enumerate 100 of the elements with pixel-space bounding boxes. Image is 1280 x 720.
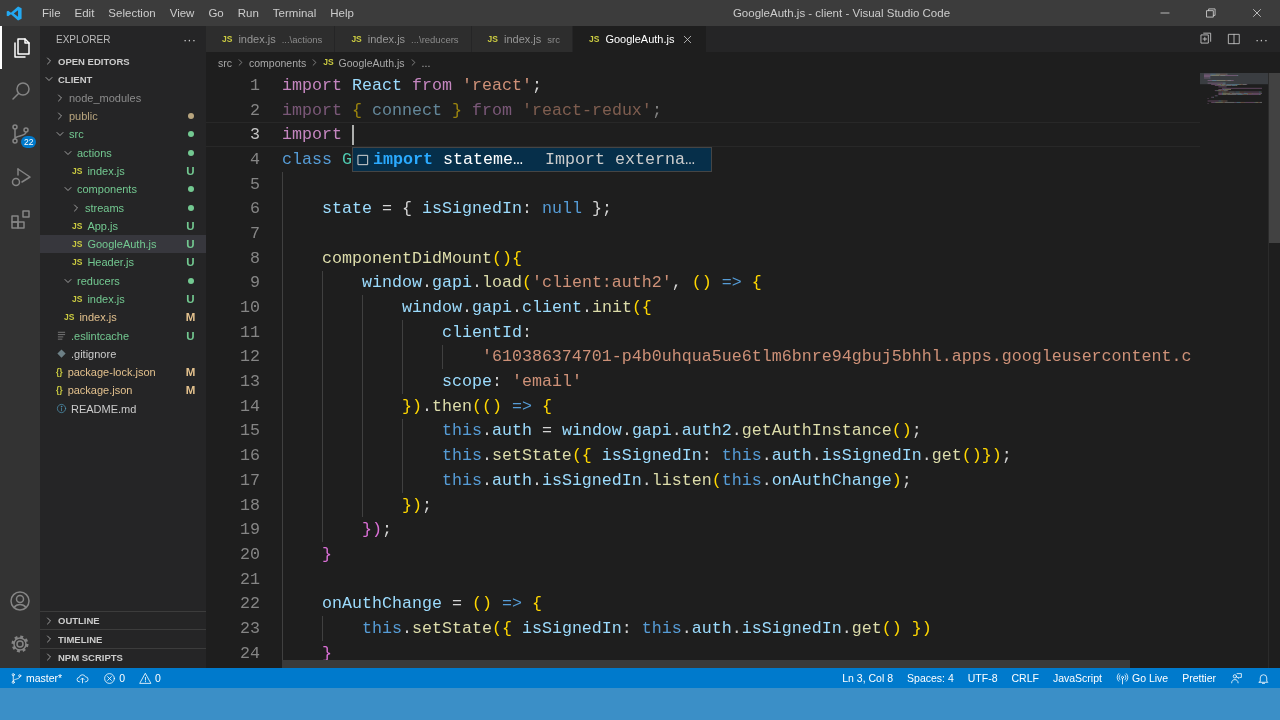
code-token: 'client:auth2' (531, 273, 672, 293)
code-token: } (321, 544, 332, 564)
breadcrumb-item[interactable]: components (249, 56, 307, 69)
source-control-button[interactable]: 22 (0, 112, 40, 155)
scrollbar-thumb[interactable] (1269, 73, 1280, 243)
editor-tab[interactable]: JS index.js ...\reducers (335, 26, 472, 52)
tree-item[interactable]: JS App.js U (40, 216, 206, 235)
file-name: package-lock.json (67, 366, 157, 379)
cloud-upload-icon[interactable] (76, 671, 90, 685)
code-token: ()}) (961, 446, 1002, 466)
code-token: componentDidMount (321, 248, 492, 268)
code-token: . (531, 470, 542, 490)
breadcrumb-item[interactable]: src (218, 56, 232, 69)
code-token: get (851, 618, 882, 638)
tree-item[interactable]: {} package-lock.json M (40, 363, 206, 382)
code-token: this (721, 446, 762, 466)
js-file-icon: JS (72, 294, 83, 304)
close-icon[interactable] (1250, 6, 1264, 20)
tree-item[interactable]: JS index.js U (40, 161, 206, 181)
more-button[interactable]: ··· (183, 31, 196, 47)
section-header[interactable]: NPM SCRIPTS (40, 647, 206, 666)
status-item[interactable]: JavaScript (1052, 672, 1102, 684)
app-logo-icon (6, 4, 23, 22)
js-file-icon: JS (323, 58, 334, 67)
tree-item[interactable]: components (40, 180, 206, 199)
section-label: OUTLINE (58, 615, 100, 627)
breadcrumb-item[interactable]: ... (421, 56, 431, 69)
menu-item[interactable]: Help (323, 3, 361, 23)
tree-item[interactable]: README.md (40, 399, 206, 418)
code-token: { (531, 594, 542, 614)
line-number: 18 (239, 495, 260, 515)
lines-icon (56, 330, 67, 342)
menu-item[interactable]: Terminal (265, 3, 324, 23)
tree-item[interactable]: {} package.json M (40, 381, 206, 400)
code-token: window (361, 273, 422, 293)
code-token: auth2 (681, 421, 732, 441)
status-item[interactable]: master* (10, 671, 63, 685)
tree-item[interactable]: JS Header.js U (40, 253, 206, 272)
tree-item[interactable]: JS index.js U (40, 289, 206, 309)
status-item[interactable]: Prettier (1182, 672, 1216, 684)
js-file-icon: JS (351, 34, 362, 44)
menu-item[interactable]: Edit (67, 3, 102, 23)
code-token: . (731, 421, 742, 441)
tree-item[interactable]: src (40, 125, 206, 144)
editor-tab[interactable]: JS index.js src (471, 26, 573, 52)
code-token: : (521, 199, 533, 219)
tree-item[interactable]: node_modules (40, 88, 206, 107)
more-button[interactable]: ··· (1255, 31, 1268, 47)
section-label: NPM SCRIPTS (58, 651, 123, 663)
menu-item[interactable]: View (162, 3, 202, 23)
file-name: GoogleAuth.js (87, 238, 158, 251)
tree-item[interactable]: public (40, 106, 206, 126)
tree-item[interactable]: streams (40, 198, 206, 217)
file-name: Header.js (87, 256, 135, 269)
code-token: . (621, 421, 632, 441)
compare-changes-icon[interactable] (1199, 32, 1213, 46)
menu-item[interactable]: Go (201, 3, 231, 23)
code-token: . (481, 446, 492, 466)
section-header[interactable]: TIMELINE (40, 629, 206, 648)
status-item[interactable]: 0 (139, 671, 161, 685)
status-item[interactable]: Go Live (1115, 671, 1169, 685)
tree-item[interactable]: JS GoogleAuth.js U (40, 234, 206, 254)
account-icon[interactable] (8, 589, 32, 613)
tree-item[interactable]: actions (40, 143, 206, 162)
suggestion-widget[interactable]: import stateme… Import externa… (352, 147, 712, 172)
status-item[interactable]: UTF-8 (967, 672, 998, 684)
editor-tab[interactable]: JS GoogleAuth.js (573, 26, 707, 52)
tab-description: src (547, 33, 560, 45)
code-token: => (720, 273, 743, 293)
menu-item[interactable]: Run (230, 3, 266, 23)
restore-icon[interactable] (1204, 6, 1218, 20)
tree-item[interactable]: reducers (40, 271, 206, 290)
status-item[interactable]: CRLF (1011, 672, 1039, 684)
menu-item[interactable]: Selection (101, 3, 163, 23)
editor-tab[interactable]: JS index.js ...\actions (206, 26, 336, 52)
feedback-icon[interactable] (1230, 671, 1243, 685)
tree-item[interactable]: .eslintcache U (40, 326, 206, 345)
split-editor-icon[interactable] (1227, 32, 1241, 46)
status-item[interactable]: 0 (103, 671, 126, 685)
status-item[interactable]: Ln 3, Col 8 (842, 672, 894, 684)
code-token: isSignedIn (541, 470, 642, 490)
branch-icon (10, 671, 23, 685)
line-number: 20 (239, 544, 260, 564)
tree-item[interactable]: .gitignore (40, 344, 206, 364)
code-token: () (891, 421, 912, 441)
status-item[interactable]: Spaces: 4 (907, 672, 954, 684)
line-number: 12 (239, 347, 260, 367)
file-name: node_modules (69, 91, 143, 104)
section-header[interactable]: CLIENT (40, 70, 206, 89)
menu-item[interactable]: File (35, 3, 68, 23)
line-number: 23 (239, 618, 260, 638)
code-token: auth (491, 470, 532, 490)
line-number: 17 (239, 470, 260, 490)
breadcrumb-item[interactable]: GoogleAuth.js (338, 56, 405, 69)
section-header[interactable]: OPEN EDITORS (40, 52, 206, 71)
scrollbar-thumb[interactable] (282, 660, 1130, 668)
bell-icon[interactable] (1257, 671, 1270, 685)
code-token: }) (361, 520, 382, 540)
tree-item[interactable]: JS index.js M (40, 308, 206, 327)
section-header[interactable]: OUTLINE (40, 611, 206, 630)
